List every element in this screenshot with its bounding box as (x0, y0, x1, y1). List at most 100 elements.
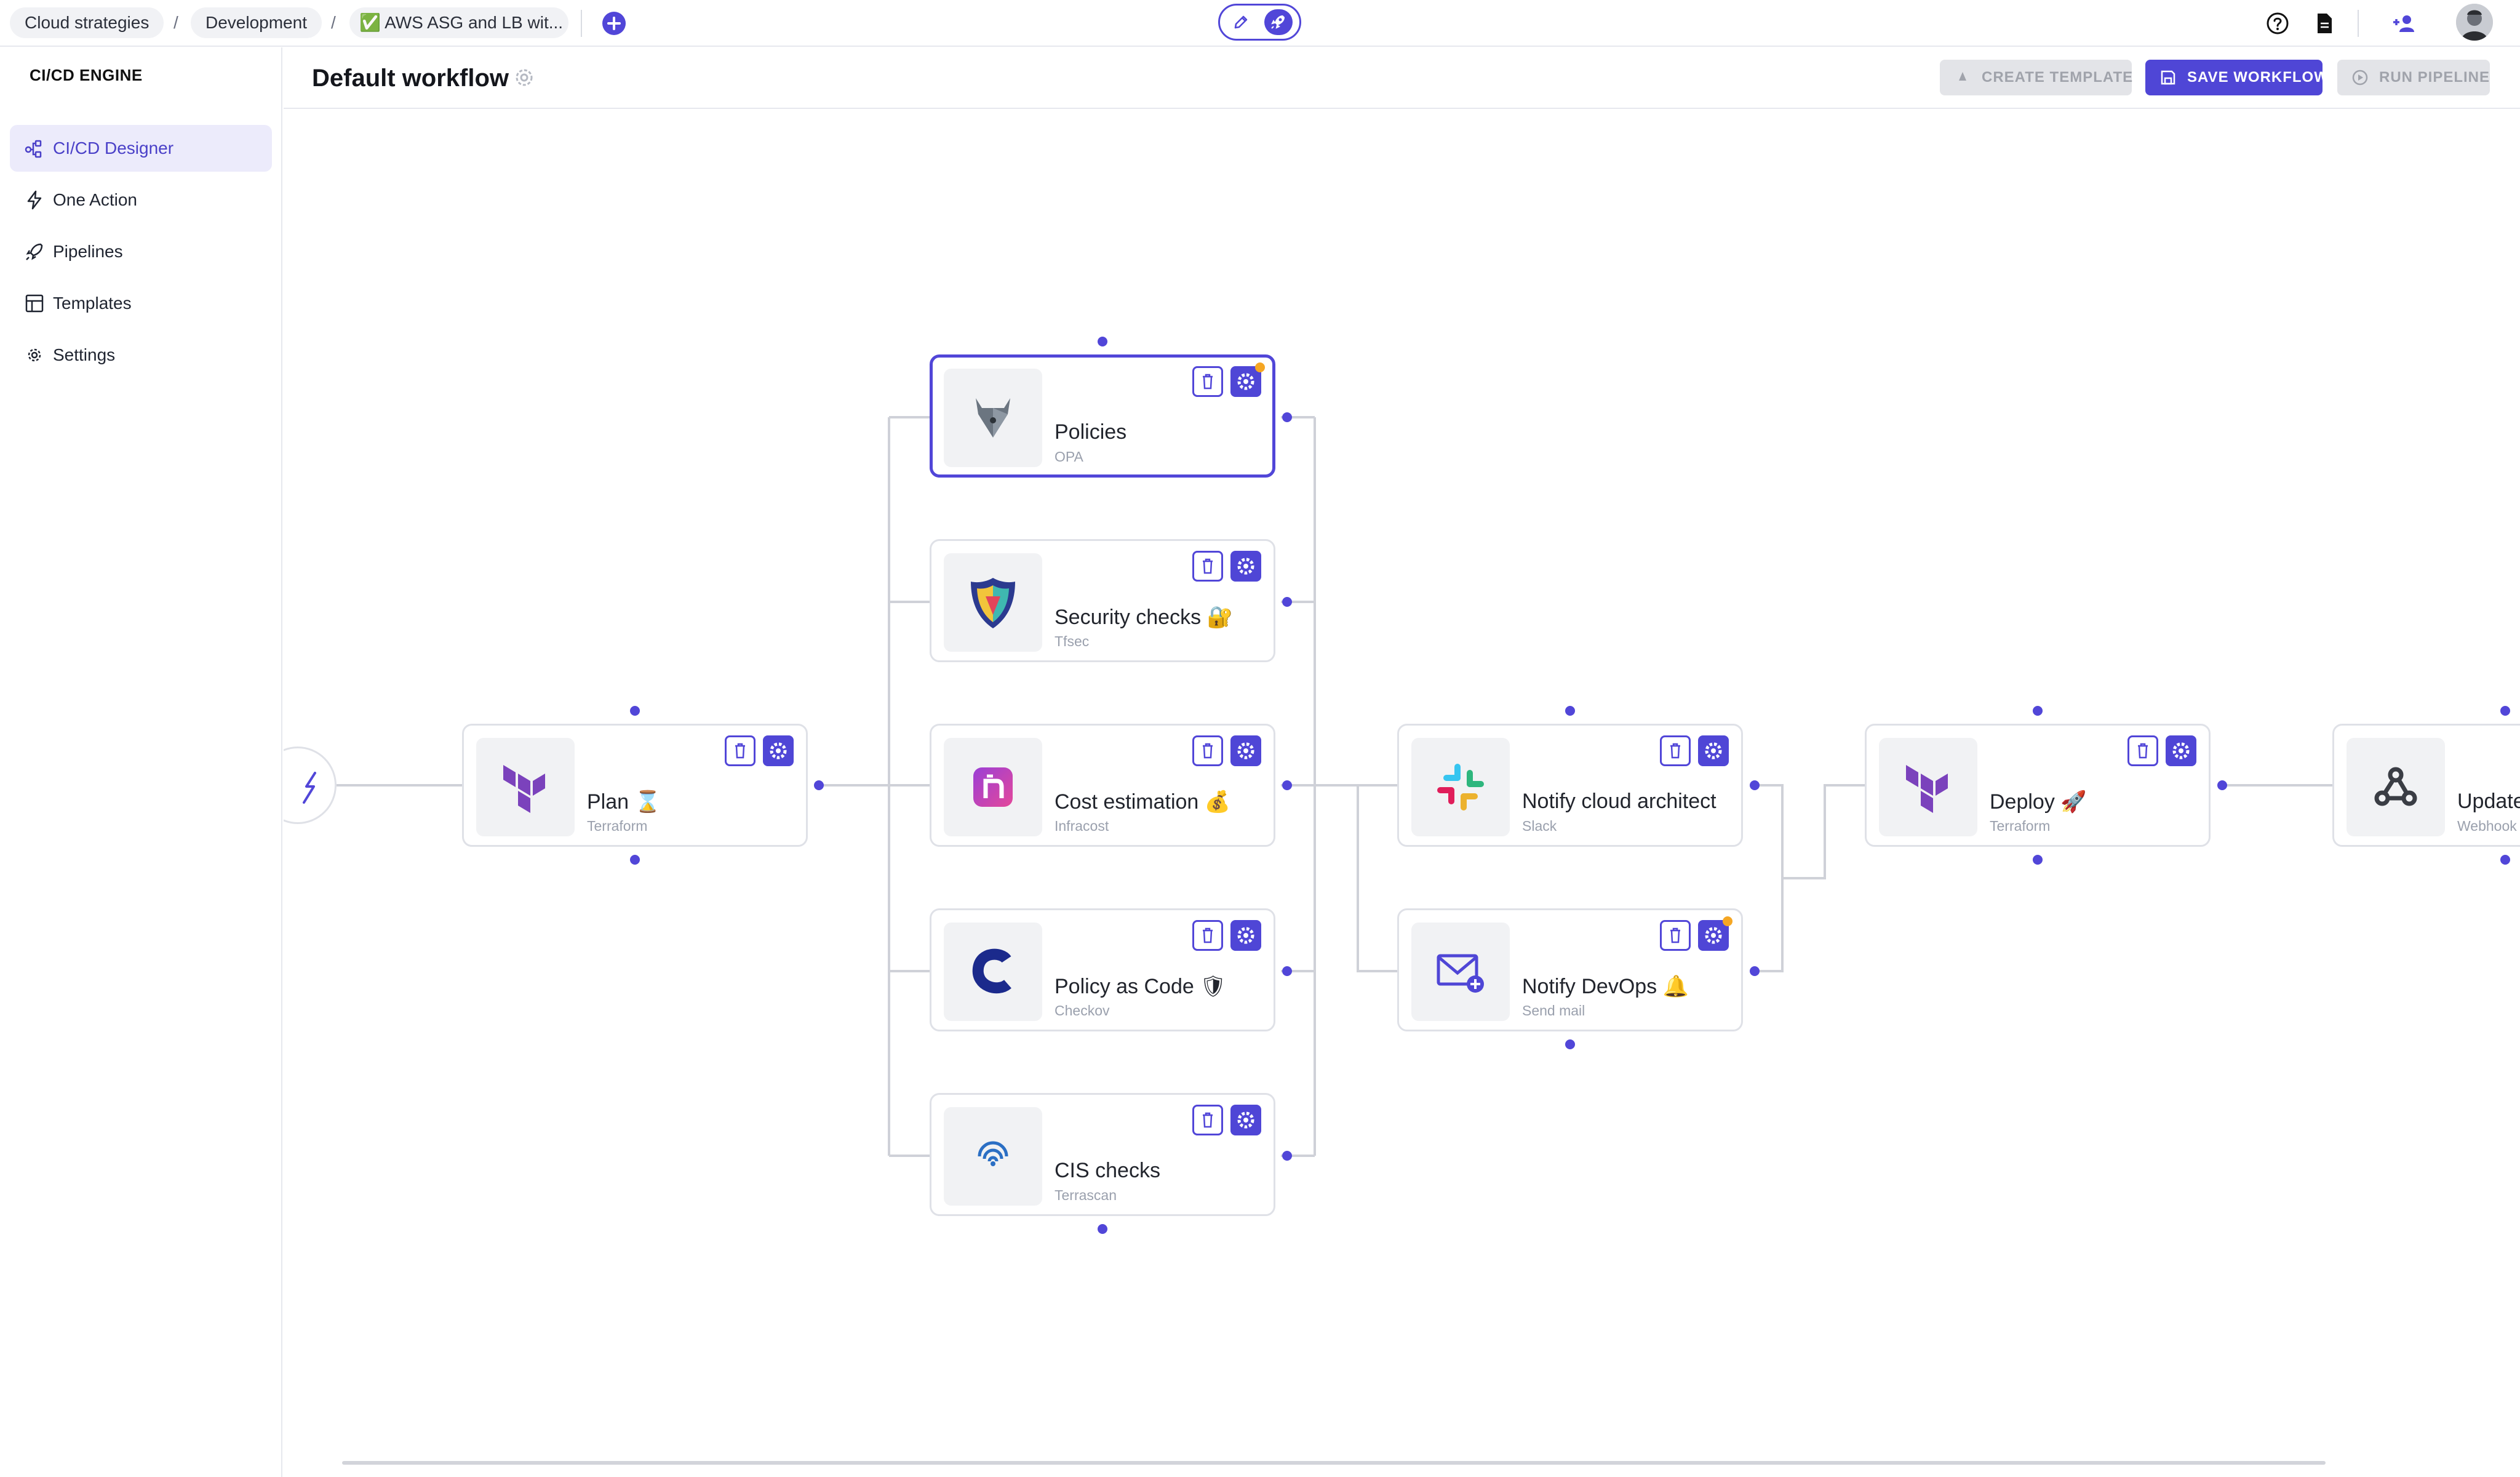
mode-toggle[interactable] (1218, 4, 1301, 41)
help-icon[interactable] (2265, 11, 2290, 36)
node-port[interactable] (2500, 706, 2510, 716)
node-port[interactable] (814, 780, 824, 790)
gear-icon (1237, 927, 1254, 944)
delete-node-button[interactable] (1192, 366, 1223, 397)
breadcrumb-current-workflow[interactable]: ✅ AWS ASG and LB wit... (349, 7, 568, 38)
sidebar-item-templates[interactable]: Templates (10, 280, 272, 327)
configure-node-button[interactable] (1230, 920, 1261, 951)
run-mode-button[interactable] (1264, 9, 1293, 35)
gear-icon[interactable] (512, 66, 536, 89)
trigger-node[interactable] (284, 747, 337, 824)
node-provider: Send mail (1522, 1003, 1585, 1019)
configure-node-button[interactable] (1230, 1105, 1261, 1135)
node-provider: Infracost (1055, 818, 1109, 834)
gear-icon (1237, 1111, 1254, 1129)
delete-node-button[interactable] (1192, 920, 1223, 951)
node-port[interactable] (1098, 1224, 1107, 1234)
node-logo (944, 923, 1042, 1021)
plus-icon (607, 17, 621, 30)
pencil-icon (1234, 15, 1248, 29)
node-update[interactable]: Update Webhook (2332, 724, 2520, 847)
gear-icon (2172, 742, 2190, 759)
node-notify-cloud-architect[interactable]: Notify cloud architect Slack (1397, 724, 1743, 847)
rocket-icon (26, 243, 43, 260)
warning-indicator (1255, 362, 1265, 372)
sidebar-item-cicd-designer[interactable]: CI/CD Designer (10, 125, 272, 172)
node-cis-checks[interactable]: CIS checks Terrascan (930, 1093, 1275, 1216)
node-provider: Terraform (587, 818, 648, 834)
node-name: Policy as Code 🛡 (1055, 975, 1227, 998)
sidebar-item-label: Pipelines (53, 242, 123, 261)
team-icon[interactable] (2390, 11, 2419, 36)
node-port[interactable] (1750, 966, 1760, 976)
node-port[interactable] (2500, 855, 2510, 865)
node-logo (1411, 923, 1510, 1021)
sidebar-item-settings[interactable]: Settings (10, 332, 272, 378)
delete-node-button[interactable] (725, 735, 756, 766)
sidebar: CI/CD ENGINE CI/CD Designer One Action P… (0, 47, 282, 1477)
node-provider: Terrascan (1055, 1187, 1117, 1203)
trash-icon (1203, 1112, 1213, 1128)
sidebar-item-pipelines[interactable]: Pipelines (10, 228, 272, 275)
save-workflow-button[interactable]: SAVE WORKFLOW (2145, 60, 2328, 95)
horizontal-scrollbar[interactable] (342, 1461, 2326, 1465)
sidebar-item-label: One Action (53, 190, 137, 209)
node-plan[interactable]: Plan ⌛ Terraform (462, 724, 808, 847)
document-icon[interactable] (2312, 11, 2337, 36)
node-port[interactable] (630, 706, 640, 716)
webhook-icon (2374, 767, 2417, 806)
node-port[interactable] (2217, 780, 2227, 790)
breadcrumb-development[interactable]: Development (191, 7, 322, 38)
node-port[interactable] (1282, 780, 1292, 790)
configure-node-button[interactable] (2166, 735, 2196, 766)
node-notify-devops[interactable]: Notify DevOps 🔔 Send mail (1397, 908, 1743, 1031)
node-port[interactable] (1565, 1039, 1575, 1049)
node-port[interactable] (1565, 706, 1575, 716)
node-port[interactable] (2033, 855, 2043, 865)
delete-node-button[interactable] (1660, 920, 1691, 951)
node-deploy[interactable]: Deploy 🚀 Terraform (1865, 724, 2211, 847)
node-port[interactable] (2033, 706, 2043, 716)
terrascan-logo-icon (978, 1141, 1008, 1166)
node-name: Cost estimation 💰 (1055, 790, 1231, 814)
trash-icon (1203, 558, 1213, 574)
configure-node-button[interactable] (763, 735, 794, 766)
add-workflow-button[interactable] (602, 12, 626, 35)
node-policy-as-code[interactable]: Policy as Code 🛡 Checkov (930, 908, 1275, 1031)
node-port[interactable] (1282, 412, 1292, 422)
configure-node-button[interactable] (1230, 735, 1261, 766)
send-mail-icon (1437, 954, 1484, 993)
node-port[interactable] (1282, 597, 1292, 607)
node-port[interactable] (1098, 337, 1107, 346)
bolt-icon (303, 772, 316, 804)
node-name: Policies (1055, 420, 1127, 444)
save-workflow-label: SAVE WORKFLOW (2187, 69, 2329, 86)
workflow-canvas[interactable]: Plan ⌛ Terraform Policies OPA Security c… (284, 110, 2520, 1477)
play-circle-icon (2352, 70, 2368, 86)
breadcrumb-cloud-strategies[interactable]: Cloud strategies (10, 7, 164, 38)
delete-node-button[interactable] (1192, 551, 1223, 582)
node-port[interactable] (1282, 1151, 1292, 1161)
delete-node-button[interactable] (1660, 735, 1691, 766)
avatar[interactable] (2456, 4, 2493, 41)
gear-icon (28, 348, 41, 362)
node-port[interactable] (1282, 966, 1292, 976)
create-template-label: CREATE TEMPLATE (1982, 69, 2134, 86)
node-policies[interactable]: Policies OPA (930, 354, 1275, 478)
node-security-checks[interactable]: Security checks 🔐 Tfsec (930, 539, 1275, 662)
configure-node-button[interactable] (1698, 735, 1729, 766)
delete-node-button[interactable] (1192, 735, 1223, 766)
create-template-button[interactable]: CREATE TEMPLATE (1940, 60, 2132, 95)
node-cost-estimation[interactable]: Cost estimation 💰 Infracost (930, 724, 1275, 847)
delete-node-button[interactable] (2127, 735, 2158, 766)
run-pipeline-button[interactable]: RUN PIPELINE (2337, 60, 2490, 95)
node-name: Security checks 🔐 (1055, 606, 1233, 629)
delete-node-button[interactable] (1192, 1105, 1223, 1135)
node-port[interactable] (630, 855, 640, 865)
infracost-logo-icon (973, 767, 1013, 807)
configure-node-button[interactable] (1230, 551, 1261, 582)
edit-mode-button[interactable] (1226, 9, 1254, 35)
node-port[interactable] (1750, 780, 1760, 790)
sidebar-item-one-action[interactable]: One Action (10, 177, 272, 223)
terraform-logo-icon (1906, 765, 1948, 813)
